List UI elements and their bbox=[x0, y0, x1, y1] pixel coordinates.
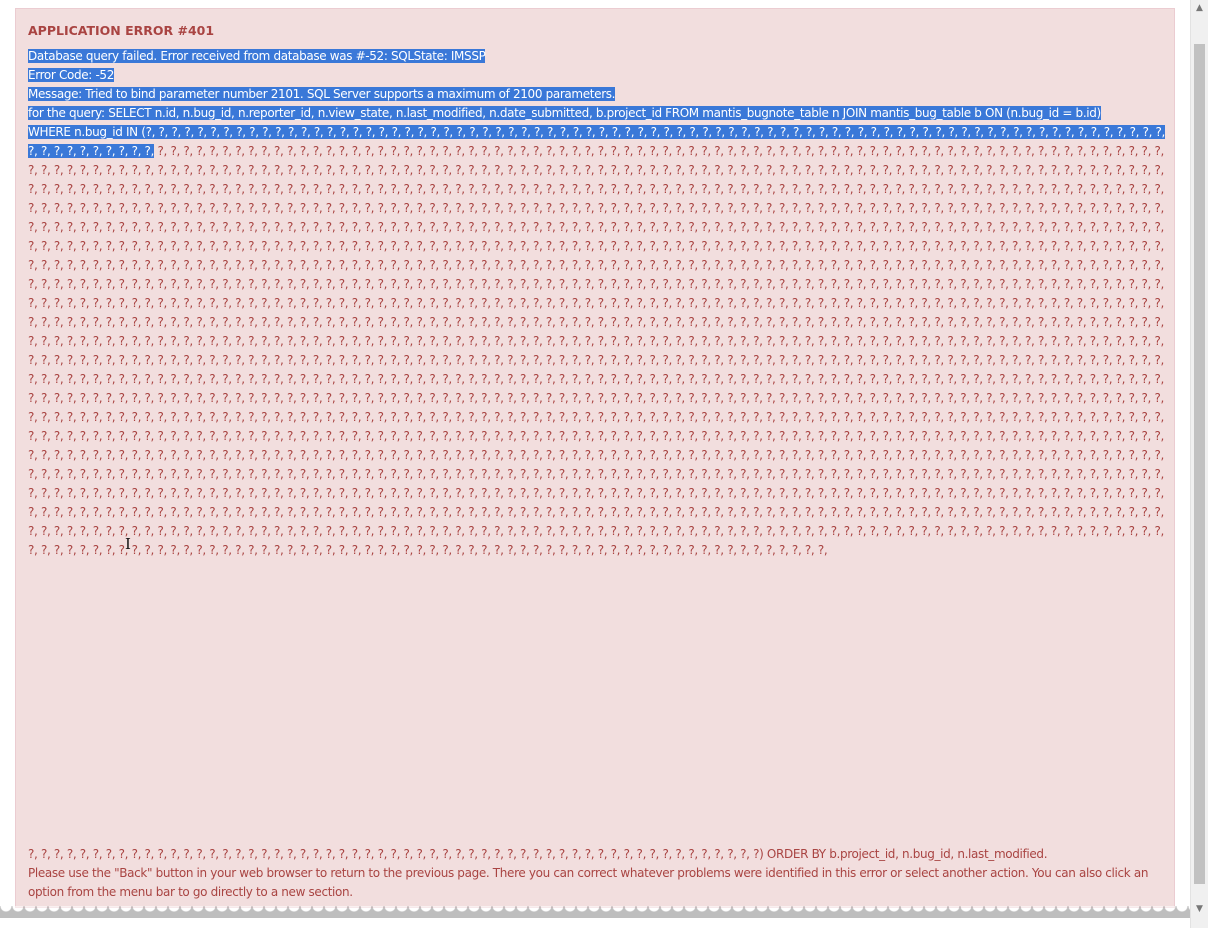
vertical-scrollbar[interactable]: ▲ ▼ bbox=[1190, 0, 1208, 928]
query-line: for the query: SELECT n.id, n.bug_id, n.… bbox=[28, 106, 1101, 120]
error-message-line: Database query failed. Error received fr… bbox=[28, 49, 486, 63]
error-advice: Please use the "Back" button in your web… bbox=[28, 866, 1149, 899]
query-placeholder-repeat: ?, ?, ?, ?, ?, ?, ?, ?, ?, ?, ?, ?, ?, ?… bbox=[28, 144, 1164, 557]
error-detail-line: Message: Tried to bind parameter number … bbox=[28, 87, 616, 101]
torn-edge-decoration bbox=[0, 906, 1190, 918]
scrollbar-thumb[interactable] bbox=[1194, 44, 1205, 884]
query-tail: ?, ?, ?, ?, ?, ?, ?, ?, ?, ?, ?, ?, ?, ?… bbox=[28, 847, 1048, 861]
scroll-up-arrow-icon[interactable]: ▲ bbox=[1191, 0, 1208, 17]
error-code-line: Error Code: -52 bbox=[28, 68, 114, 82]
page-viewport: APPLICATION ERROR #401 Database query fa… bbox=[0, 0, 1190, 918]
query-parameter-list: WHERE n.bug_id IN (?, ?, ?, ?, ?, ?, ?, … bbox=[28, 123, 1166, 845]
error-title: APPLICATION ERROR #401 bbox=[28, 23, 215, 38]
scroll-down-arrow-icon[interactable]: ▼ bbox=[1191, 901, 1208, 918]
text-cursor-icon: I bbox=[125, 535, 131, 553]
application-error-alert: APPLICATION ERROR #401 Database query fa… bbox=[15, 8, 1175, 908]
